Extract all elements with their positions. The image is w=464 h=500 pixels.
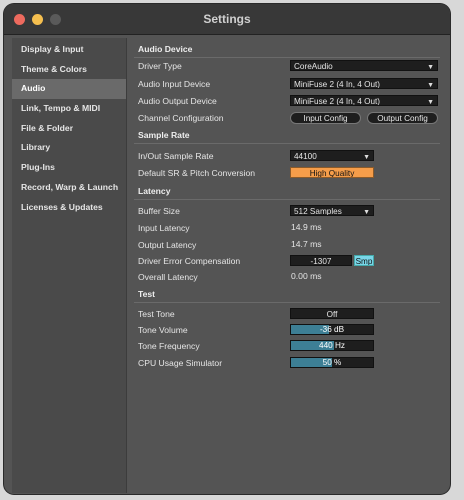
tone-volume-value: -36 dB bbox=[319, 325, 345, 334]
section-title: Latency bbox=[138, 186, 171, 196]
tone-frequency-slider[interactable]: 440 Hz bbox=[290, 340, 374, 351]
buffer-size-value: 512 Samples bbox=[294, 207, 342, 216]
section-latency: Latency bbox=[134, 184, 440, 200]
audio-output-device-value: MiniFuse 2 (4 In, 4 Out) bbox=[294, 97, 381, 106]
channel-configuration-label: Channel Configuration bbox=[138, 113, 224, 123]
sr-pitch-conversion-label: Default SR & Pitch Conversion bbox=[138, 168, 256, 178]
sidebar-item-link-tempo-midi[interactable]: Link, Tempo & MIDI bbox=[12, 99, 126, 119]
tone-frequency-label: Tone Frequency bbox=[138, 341, 200, 351]
audio-input-device-dropdown[interactable]: MiniFuse 2 (4 In, 4 Out) ▼ bbox=[290, 78, 438, 89]
tone-frequency-value: 440 Hz bbox=[319, 341, 345, 350]
output-config-button[interactable]: Output Config bbox=[367, 112, 438, 124]
cpu-usage-simulator-slider[interactable]: 50 % bbox=[290, 357, 374, 368]
overall-latency-value: 0.00 ms bbox=[291, 271, 322, 281]
settings-sidebar: Display & Input Theme & Colors Audio Lin… bbox=[12, 38, 127, 493]
sidebar-item-record-warp-launch[interactable]: Record, Warp & Launch bbox=[12, 178, 126, 198]
section-sample-rate: Sample Rate bbox=[134, 128, 440, 144]
chevron-down-icon: ▼ bbox=[363, 209, 370, 216]
tone-volume-slider[interactable]: -36 dB bbox=[290, 324, 374, 335]
input-latency-value: 14.9 ms bbox=[291, 222, 322, 232]
sidebar-item-library[interactable]: Library bbox=[12, 138, 126, 158]
audio-input-device-label: Audio Input Device bbox=[138, 79, 211, 89]
output-latency-value: 14.7 ms bbox=[291, 239, 322, 249]
sidebar-item-licenses-updates[interactable]: Licenses & Updates bbox=[12, 198, 126, 218]
audio-output-device-dropdown[interactable]: MiniFuse 2 (4 In, 4 Out) ▼ bbox=[290, 95, 438, 106]
audio-input-device-value: MiniFuse 2 (4 In, 4 Out) bbox=[294, 80, 381, 89]
chevron-down-icon: ▼ bbox=[427, 99, 434, 106]
test-tone-label: Test Tone bbox=[138, 309, 175, 319]
driver-error-compensation-label: Driver Error Compensation bbox=[138, 256, 241, 266]
cpu-usage-value: 50 % bbox=[322, 358, 342, 367]
input-config-button[interactable]: Input Config bbox=[290, 112, 361, 124]
sidebar-item-file-folder[interactable]: File & Folder bbox=[12, 119, 126, 139]
title-bar: Settings bbox=[4, 4, 450, 35]
section-audio-device: Audio Device bbox=[134, 42, 440, 58]
overall-latency-label: Overall Latency bbox=[138, 272, 198, 282]
section-title: Sample Rate bbox=[138, 130, 190, 140]
driver-type-value: CoreAudio bbox=[294, 62, 333, 71]
output-latency-label: Output Latency bbox=[138, 240, 197, 250]
in-out-sample-rate-label: In/Out Sample Rate bbox=[138, 151, 214, 161]
sample-rate-dropdown[interactable]: 44100 ▼ bbox=[290, 150, 374, 161]
cpu-usage-simulator-label: CPU Usage Simulator bbox=[138, 358, 223, 368]
audio-output-device-label: Audio Output Device bbox=[138, 96, 217, 106]
chevron-down-icon: ▼ bbox=[427, 64, 434, 71]
section-title: Audio Device bbox=[138, 44, 193, 54]
sidebar-item-display-input[interactable]: Display & Input bbox=[12, 40, 126, 60]
test-tone-toggle[interactable]: Off bbox=[290, 308, 374, 319]
sample-rate-value: 44100 bbox=[294, 152, 317, 161]
high-quality-toggle[interactable]: High Quality bbox=[290, 167, 374, 178]
samples-unit-toggle[interactable]: Smp bbox=[354, 255, 374, 266]
buffer-size-label: Buffer Size bbox=[138, 206, 180, 216]
tone-volume-label: Tone Volume bbox=[138, 325, 188, 335]
chevron-down-icon: ▼ bbox=[427, 82, 434, 89]
driver-error-compensation-input[interactable]: -1307 bbox=[290, 255, 352, 266]
settings-window: Settings Display & Input Theme & Colors … bbox=[4, 4, 450, 494]
section-test: Test bbox=[134, 287, 440, 303]
section-title: Test bbox=[138, 289, 156, 299]
sidebar-item-audio[interactable]: Audio bbox=[12, 79, 126, 100]
buffer-size-dropdown[interactable]: 512 Samples ▼ bbox=[290, 205, 374, 216]
sidebar-item-theme-colors[interactable]: Theme & Colors bbox=[12, 60, 126, 80]
sidebar-item-plug-ins[interactable]: Plug-Ins bbox=[12, 158, 126, 178]
driver-type-label: Driver Type bbox=[138, 61, 182, 71]
input-latency-label: Input Latency bbox=[138, 223, 190, 233]
audio-settings-panel: Audio Device Driver Type CoreAudio ▼ Aud… bbox=[128, 38, 450, 494]
window-title: Settings bbox=[203, 12, 251, 26]
chevron-down-icon: ▼ bbox=[363, 154, 370, 161]
driver-type-dropdown[interactable]: CoreAudio ▼ bbox=[290, 60, 438, 71]
